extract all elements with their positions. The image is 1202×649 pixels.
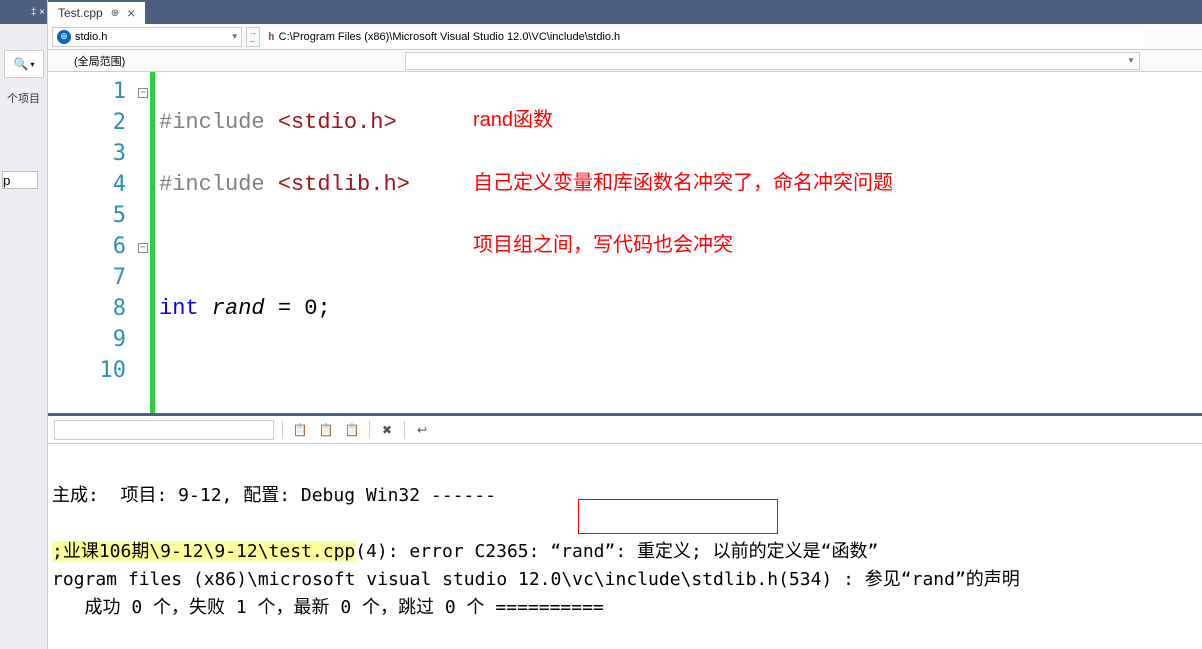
chevron-down-icon: ▾ — [232, 31, 237, 42]
side-panel: ‡ × 🔍 ▾ 个项目 — [0, 0, 48, 649]
line-num: 9 — [48, 324, 126, 355]
clear-icon[interactable]: ✖ — [378, 421, 396, 439]
annotation-1: rand函数 — [473, 105, 553, 136]
h-file-icon: h — [268, 30, 275, 43]
fold-toggle[interactable]: − — [138, 243, 148, 253]
globe-icon: ⊕ — [57, 30, 71, 44]
close-icon[interactable]: × — [127, 5, 135, 21]
wrap-icon[interactable]: ↩ — [413, 421, 431, 439]
output-toolbar: 📋 📋 📋 ✖ ↩ — [48, 416, 1202, 444]
code-editor[interactable]: 1 2 3 4 5 6 7 8 9 10 − − #include <stdio… — [48, 72, 1202, 413]
chevron-down-icon: ▾ — [30, 60, 34, 69]
tab-test-cpp[interactable]: Test.cpp ⊕ × — [48, 2, 145, 24]
output-error-file[interactable]: ;业课106期\9-12\9-12\test.cpp — [52, 541, 355, 562]
tab-title: Test.cpp — [58, 6, 103, 20]
line-num: 3 — [48, 138, 126, 169]
line-num: 4 — [48, 169, 126, 200]
line-num: 6 — [48, 231, 126, 262]
fold-gutter: − − — [136, 72, 150, 413]
search-icon: 🔍 — [14, 57, 29, 71]
nav-path-text: C:\Program Files (x86)\Microsoft Visual … — [279, 31, 621, 43]
scope-member-dropdown[interactable]: ▾ — [405, 52, 1140, 70]
toolbar-separator — [369, 421, 370, 439]
annotation-3: 项目组之间，写代码也会冲突 — [473, 230, 733, 261]
side-close-icon[interactable]: ‡ × — [31, 7, 45, 18]
main-area: Test.cpp ⊕ × ⊕ stdio.h ▾ → ← h C:\Progra… — [48, 0, 1202, 649]
code-content[interactable]: #include <stdio.h> #include <stdlib.h> i… — [155, 72, 1202, 413]
line-num: 7 — [48, 262, 126, 293]
side-item-label: 个项目 — [7, 90, 40, 106]
chevron-down-icon: ▾ — [1129, 55, 1134, 66]
toolbar-btn[interactable]: 📋 — [343, 421, 361, 439]
search-button[interactable]: 🔍 ▾ — [4, 50, 44, 78]
toolbar-separator — [282, 421, 283, 439]
scope-label: (全局范围) — [74, 53, 125, 69]
output-text[interactable]: 主成: 项目: 9-12, 配置: Debug Win32 ------ ;业课… — [48, 444, 1202, 649]
line-num: 2 — [48, 107, 126, 138]
pin-icon[interactable]: ⊕ — [111, 8, 119, 19]
code-line: int rand = 0; — [159, 293, 1202, 324]
toolbar-btn[interactable]: 📋 — [291, 421, 309, 439]
side-input[interactable] — [2, 171, 38, 189]
output-line: 成功 0 个，失败 1 个，最新 0 个，跳过 0 个 ========== — [52, 597, 604, 618]
code-line — [159, 355, 1202, 386]
line-number-gutter: 1 2 3 4 5 6 7 8 9 10 — [48, 72, 136, 413]
line-num: 1 — [48, 76, 126, 107]
line-num: 10 — [48, 355, 126, 386]
side-panel-header: ‡ × — [0, 0, 47, 24]
nav-scope-dropdown[interactable]: ⊕ stdio.h ▾ — [52, 27, 242, 47]
line-num: 8 — [48, 293, 126, 324]
line-num: 5 — [48, 200, 126, 231]
side-items: 个项目 — [0, 82, 47, 114]
annotation-2: 自己定义变量和库函数名冲突了，命名冲突问题 — [473, 168, 893, 199]
fold-toggle[interactable]: − — [138, 88, 148, 98]
nav-bar: ⊕ stdio.h ▾ → ← h C:\Program Files (x86)… — [48, 24, 1202, 50]
toolbar-btn[interactable]: 📋 — [317, 421, 335, 439]
nav-path-display[interactable]: h C:\Program Files (x86)\Microsoft Visua… — [264, 27, 1144, 47]
output-panel: 📋 📋 📋 ✖ ↩ 主成: 项目: 9-12, 配置: Debug Win32 … — [48, 413, 1202, 649]
output-line: rogram files (x86)\microsoft visual stud… — [52, 569, 1020, 590]
nav-back-forward[interactable]: → ← — [246, 27, 260, 47]
tab-bar: Test.cpp ⊕ × — [48, 0, 1202, 24]
arrow-left-icon: ← — [249, 37, 257, 45]
output-error-msg: (4): error C2365: “rand”: 重定义; 以前的定义是“函数… — [355, 541, 878, 562]
nav-scope-text: stdio.h — [75, 31, 107, 43]
output-source-dropdown[interactable] — [54, 420, 274, 440]
highlight-box-1 — [578, 499, 778, 534]
code-line: #include <stdio.h> — [159, 107, 1202, 138]
output-line: 主成: 项目: 9-12, 配置: Debug Win32 ------ — [52, 485, 496, 506]
scope-bar: (全局范围) ▾ — [48, 50, 1202, 72]
toolbar-separator — [404, 421, 405, 439]
